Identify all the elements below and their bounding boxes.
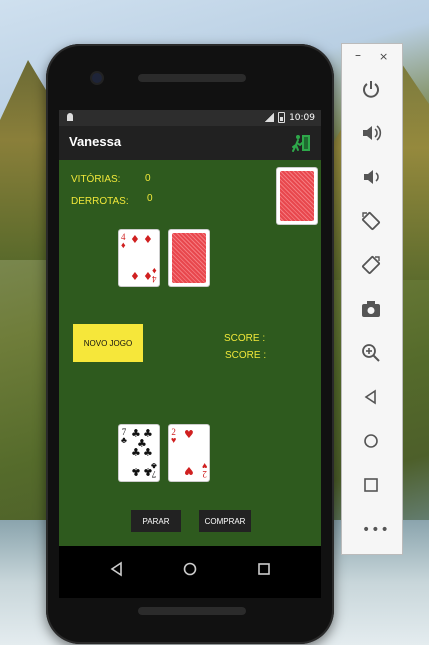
overview-icon[interactable]: [360, 474, 382, 496]
diamond-icon: ♦: [130, 233, 140, 246]
heart-icon: ♥: [184, 428, 194, 441]
score-label-1: SCORE :: [224, 333, 266, 344]
signal-icon: [264, 113, 275, 122]
close-button[interactable]: ×: [379, 50, 388, 63]
clock: 10:09: [289, 112, 315, 123]
camera-icon[interactable]: [360, 298, 382, 320]
device-screen: 10:09 Vanessa VITÓRIAS: 0 DERROTAS: 0 4 ♦: [59, 110, 321, 598]
back-icon[interactable]: [108, 560, 126, 578]
player-card-1: 7 ♣ ♣ ♣ ♣ ♣ ♣ ♣ ♣ 7 ♣: [119, 425, 159, 481]
game-table: VITÓRIAS: 0 DERROTAS: 0 4 ♦ ♦ ♦ ♦ ♦ 4 ♦ NO…: [59, 160, 321, 546]
dealer-hidden-card: [169, 230, 209, 286]
buy-button[interactable]: COMPRAR: [199, 510, 251, 532]
card-rank: 4 ♦: [121, 232, 126, 250]
recents-icon[interactable]: [255, 560, 273, 578]
dealer-card: 4 ♦ ♦ ♦ ♦ ♦ 4 ♦: [119, 230, 159, 286]
more-icon[interactable]: •••: [362, 522, 390, 538]
battery-icon: [278, 112, 286, 123]
minimize-button[interactable]: –: [355, 48, 361, 62]
emulator-toolbar: – × •••: [341, 43, 403, 555]
wins-label: VITÓRIAS:: [71, 174, 121, 185]
toolbar-window-controls: – ×: [342, 48, 402, 64]
back-icon[interactable]: [360, 386, 382, 408]
player-card-2: 2 ♥ ♥ ♥ 2 ♥: [169, 425, 209, 481]
zoom-icon[interactable]: [360, 342, 382, 364]
card-rank-bottom: 2 ♥: [201, 461, 207, 479]
heart-icon: ♥: [184, 464, 194, 477]
diamond-icon: ♦: [130, 269, 140, 282]
card-rank: 2 ♥: [171, 427, 177, 445]
wins-value: 0: [145, 173, 151, 184]
losses-value: 0: [147, 193, 153, 204]
new-game-button[interactable]: NOVO JOGO: [73, 324, 143, 362]
navigation-bar: [59, 546, 321, 598]
club-icon: ♣: [143, 446, 153, 459]
earpiece-speaker: [138, 74, 246, 82]
home-icon[interactable]: [181, 560, 199, 578]
club-icon: ♣: [131, 465, 141, 478]
bottom-speaker: [138, 607, 246, 615]
rotate-right-icon[interactable]: [360, 254, 382, 276]
phone-frame: 10:09 Vanessa VITÓRIAS: 0 DERROTAS: 0 4 ♦: [46, 44, 334, 644]
home-icon[interactable]: [360, 430, 382, 452]
status-bar: 10:09: [59, 110, 321, 126]
front-camera: [92, 73, 102, 83]
losses-label: DERROTAS:: [71, 196, 129, 207]
exit-icon[interactable]: [290, 132, 312, 154]
volume-down-icon[interactable]: [360, 166, 382, 188]
card-rank-bottom: 4 ♦: [152, 266, 157, 284]
score-label-2: SCORE :: [225, 350, 267, 361]
deck-card-back[interactable]: [277, 168, 317, 224]
android-icon: [67, 113, 73, 121]
card-rank-bottom: 7 ♣: [151, 461, 157, 479]
volume-up-icon[interactable]: [360, 122, 382, 144]
app-title: Vanessa: [69, 134, 122, 149]
card-rank: 7 ♣: [121, 427, 127, 445]
diamond-icon: ♦: [143, 233, 153, 246]
stop-button[interactable]: PARAR: [131, 510, 181, 532]
power-icon[interactable]: [360, 78, 382, 100]
app-bar: Vanessa: [59, 126, 321, 160]
club-icon: ♣: [131, 446, 141, 459]
status-indicators: 10:09: [264, 112, 315, 123]
rotate-left-icon[interactable]: [360, 210, 382, 232]
